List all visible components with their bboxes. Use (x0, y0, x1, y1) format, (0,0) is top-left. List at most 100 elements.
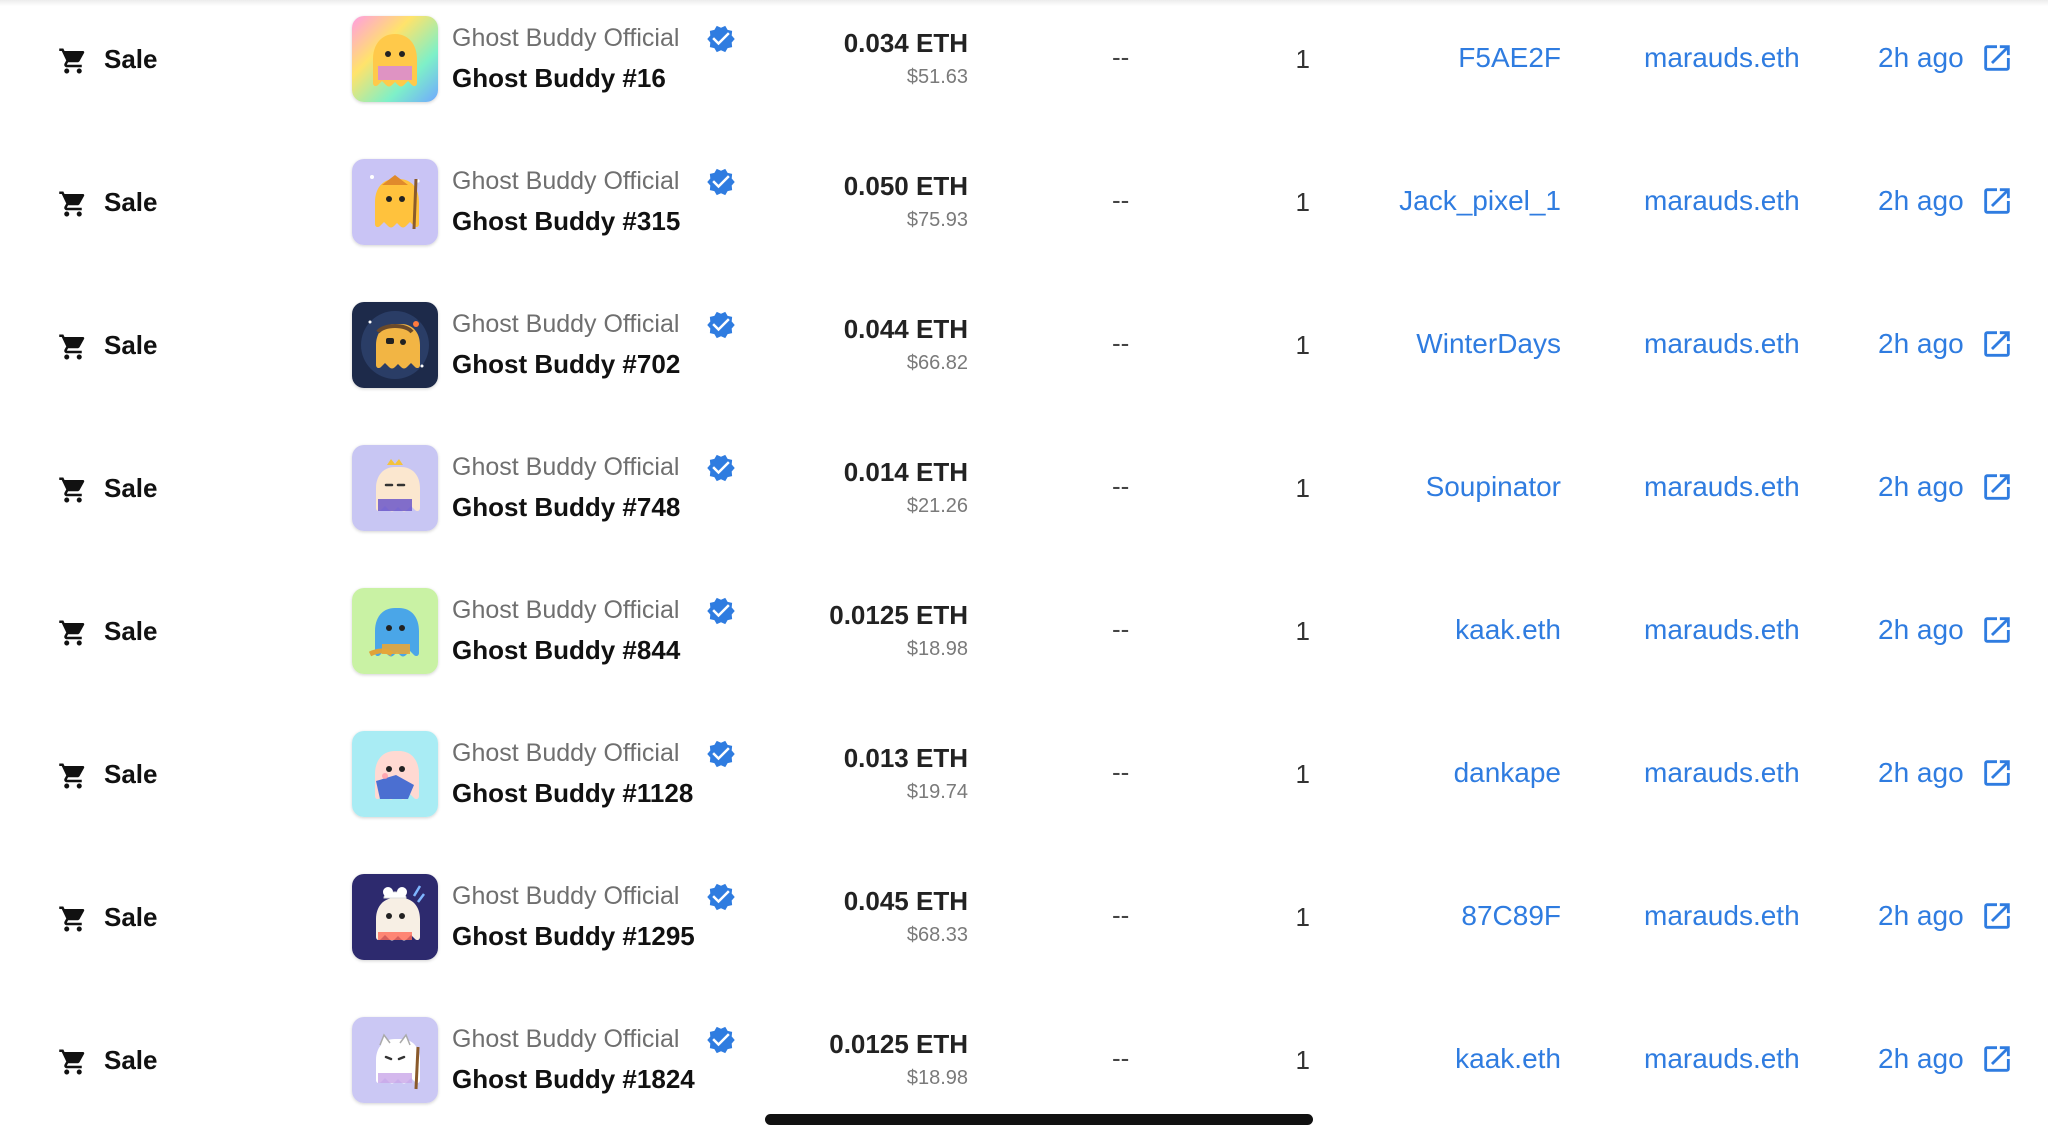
table-row[interactable]: Sale Ghost Buddy Official Ghost Buddy #1… (0, 715, 2048, 857)
price-difference: -- (1112, 185, 1130, 215)
item-name[interactable]: Ghost Buddy #748 (452, 492, 680, 523)
time-link[interactable]: 2h ago (1878, 471, 1964, 503)
verified-badge-icon (706, 1025, 736, 1055)
from-account-link[interactable]: dankape (1454, 757, 1561, 789)
to-account-link[interactable]: marauds.eth (1644, 614, 1800, 646)
time-link[interactable]: 2h ago (1878, 1043, 1964, 1075)
event-type-label: Sale (104, 44, 158, 74)
price-eth: 0.044 ETH (843, 314, 968, 344)
nft-thumbnail[interactable] (352, 159, 438, 245)
price-usd: $19.74 (906, 781, 968, 803)
to-account-link[interactable]: marauds.eth (1644, 42, 1800, 74)
collection-name[interactable]: Ghost Buddy Official (452, 167, 679, 196)
external-link-icon[interactable] (1980, 899, 2014, 933)
cart-icon (58, 904, 88, 934)
nft-thumbnail[interactable] (352, 588, 438, 674)
collection-name[interactable]: Ghost Buddy Official (452, 596, 679, 625)
price-difference: -- (1112, 1043, 1130, 1073)
price-usd: $18.98 (906, 638, 968, 660)
table-row[interactable]: Sale Ghost Buddy Official Ghost Buddy #3… (0, 143, 2048, 285)
price-eth: 0.034 ETH (843, 28, 968, 58)
from-account-link[interactable]: 87C89F (1461, 900, 1561, 932)
quantity: 1 (1295, 616, 1310, 646)
time-link[interactable]: 2h ago (1878, 42, 1964, 74)
price-difference: -- (1112, 471, 1130, 501)
from-account-link[interactable]: WinterDays (1416, 328, 1561, 360)
collection-name[interactable]: Ghost Buddy Official (452, 882, 679, 911)
verified-badge-icon (706, 596, 736, 626)
collection-name[interactable]: Ghost Buddy Official (452, 739, 679, 768)
verified-badge-icon (706, 310, 736, 340)
from-account-link[interactable]: Soupinator (1426, 471, 1561, 503)
to-account-link[interactable]: marauds.eth (1644, 900, 1800, 932)
price-difference: -- (1112, 42, 1130, 72)
collection-name[interactable]: Ghost Buddy Official (452, 310, 679, 339)
item-name[interactable]: Ghost Buddy #1295 (452, 921, 695, 952)
table-row[interactable]: Sale Ghost Buddy Official Ghost Buddy #1… (0, 0, 2048, 142)
time-link[interactable]: 2h ago (1878, 614, 1964, 646)
price-eth: 0.014 ETH (843, 457, 968, 487)
from-account-link[interactable]: Jack_pixel_1 (1399, 185, 1561, 217)
quantity: 1 (1295, 473, 1310, 503)
to-account-link[interactable]: marauds.eth (1644, 185, 1800, 217)
quantity: 1 (1295, 330, 1310, 360)
cart-icon (58, 761, 88, 791)
time-link[interactable]: 2h ago (1878, 900, 1964, 932)
external-link-icon[interactable] (1980, 327, 2014, 361)
collection-name[interactable]: Ghost Buddy Official (452, 1025, 679, 1054)
from-account-link[interactable]: kaak.eth (1455, 614, 1561, 646)
item-name[interactable]: Ghost Buddy #1824 (452, 1064, 695, 1095)
nft-thumbnail[interactable] (352, 302, 438, 388)
from-account-link[interactable]: F5AE2F (1458, 42, 1561, 74)
external-link-icon[interactable] (1980, 756, 2014, 790)
item-name[interactable]: Ghost Buddy #315 (452, 206, 680, 237)
to-account-link[interactable]: marauds.eth (1644, 471, 1800, 503)
price-usd: $75.93 (906, 209, 968, 231)
event-type-label: Sale (104, 187, 158, 217)
from-account-link[interactable]: kaak.eth (1455, 1043, 1561, 1075)
time-link[interactable]: 2h ago (1878, 185, 1964, 217)
quantity: 1 (1295, 1045, 1310, 1075)
collection-name[interactable]: Ghost Buddy Official (452, 24, 679, 53)
price-usd: $68.33 (906, 924, 968, 946)
price-difference: -- (1112, 328, 1130, 358)
verified-badge-icon (706, 453, 736, 483)
event-type-label: Sale (104, 330, 158, 360)
time-link[interactable]: 2h ago (1878, 757, 1964, 789)
cart-icon (58, 46, 88, 76)
table-row[interactable]: Sale Ghost Buddy Official Ghost Buddy #7… (0, 429, 2048, 571)
verified-badge-icon (706, 739, 736, 769)
verified-badge-icon (706, 24, 736, 54)
event-type-label: Sale (104, 1045, 158, 1075)
external-link-icon[interactable] (1980, 1042, 2014, 1076)
external-link-icon[interactable] (1980, 613, 2014, 647)
nft-thumbnail[interactable] (352, 1017, 438, 1103)
nft-thumbnail[interactable] (352, 874, 438, 960)
quantity: 1 (1295, 187, 1310, 217)
quantity: 1 (1295, 902, 1310, 932)
nft-thumbnail[interactable] (352, 16, 438, 102)
price-difference: -- (1112, 900, 1130, 930)
item-name[interactable]: Ghost Buddy #702 (452, 349, 680, 380)
nft-thumbnail[interactable] (352, 731, 438, 817)
item-name[interactable]: Ghost Buddy #844 (452, 635, 680, 666)
cart-icon (58, 1047, 88, 1077)
table-row[interactable]: Sale Ghost Buddy Official Ghost Buddy #8… (0, 572, 2048, 714)
external-link-icon[interactable] (1980, 184, 2014, 218)
external-link-icon[interactable] (1980, 41, 2014, 75)
external-link-icon[interactable] (1980, 470, 2014, 504)
time-link[interactable]: 2h ago (1878, 328, 1964, 360)
collection-name[interactable]: Ghost Buddy Official (452, 453, 679, 482)
to-account-link[interactable]: marauds.eth (1644, 757, 1800, 789)
home-indicator[interactable] (765, 1114, 1313, 1125)
verified-badge-icon (706, 882, 736, 912)
item-name[interactable]: Ghost Buddy #16 (452, 63, 666, 94)
to-account-link[interactable]: marauds.eth (1644, 1043, 1800, 1075)
table-row[interactable]: Sale Ghost Buddy Official Ghost Buddy #1… (0, 858, 2048, 1000)
to-account-link[interactable]: marauds.eth (1644, 328, 1800, 360)
nft-thumbnail[interactable] (352, 445, 438, 531)
table-row[interactable]: Sale Ghost Buddy Official Ghost Buddy #7… (0, 286, 2048, 428)
price-eth: 0.0125 ETH (829, 1029, 968, 1059)
item-name[interactable]: Ghost Buddy #1128 (452, 778, 693, 809)
cart-icon (58, 332, 88, 362)
